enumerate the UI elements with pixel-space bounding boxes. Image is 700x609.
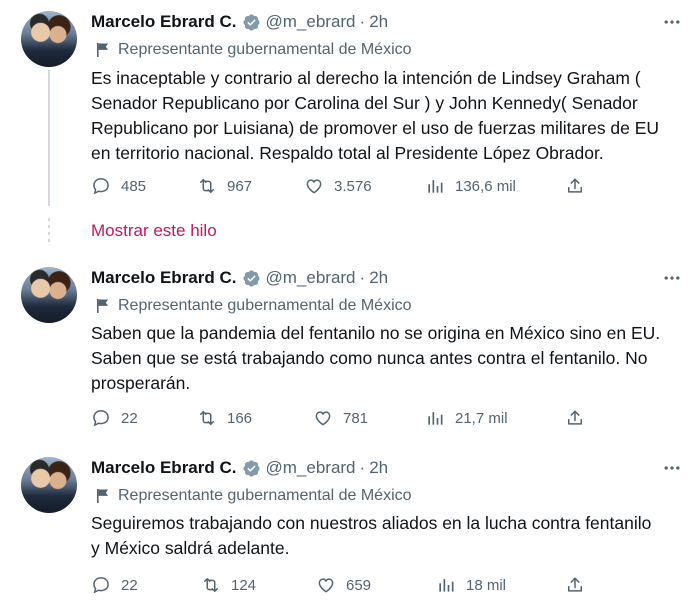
- share-button[interactable]: [565, 573, 585, 597]
- separator-dot: ·: [359, 12, 366, 31]
- more-icon: [664, 466, 680, 470]
- text-line: y México saldrá adelante.: [91, 538, 290, 558]
- views-button[interactable]: 136,6 mil: [425, 174, 516, 198]
- reply-button[interactable]: 485: [91, 174, 146, 198]
- retweet-button[interactable]: 124: [201, 573, 256, 597]
- timestamp[interactable]: 2h: [369, 458, 388, 478]
- separator-dot: ·: [359, 458, 366, 477]
- text-line: Saben que la pandemia del fentanilo no s…: [91, 323, 661, 343]
- flag-icon: [97, 43, 109, 57]
- like-count: 3.576: [334, 177, 372, 195]
- analytics-icon: [428, 412, 443, 425]
- retweet-icon: [200, 411, 214, 425]
- tweet-text: Es inaceptable y contrario al derecho la…: [91, 66, 691, 166]
- author-name[interactable]: Marcelo Ebrard C.: [91, 268, 237, 288]
- more-options-button[interactable]: [660, 457, 684, 479]
- timestamp[interactable]: 2h: [369, 12, 388, 32]
- government-label: Representante gubernamental de México: [96, 486, 412, 506]
- verified-badge-icon: [242, 269, 260, 287]
- heart-icon: [306, 179, 322, 194]
- share-icon: [568, 178, 582, 193]
- label-text: Representante gubernamental de México: [118, 41, 412, 58]
- tweet-text: Seguiremos trabajando con nuestros aliad…: [91, 511, 691, 561]
- flag-icon: [97, 489, 109, 503]
- author-handle[interactable]: @m_ebrard: [266, 268, 356, 288]
- verified-badge-icon: [242, 459, 260, 477]
- action-bar: 22 124 659 18 mil: [0, 573, 700, 597]
- government-label: Representante gubernamental de México: [96, 296, 412, 316]
- share-button[interactable]: [565, 174, 585, 198]
- show-thread-link[interactable]: Mostrar este hilo: [91, 221, 217, 241]
- thread-dots: [48, 218, 50, 244]
- more-options-button[interactable]: [660, 11, 684, 33]
- retweet-count: 967: [227, 177, 253, 195]
- views-button[interactable]: 21,7 mil: [425, 406, 508, 430]
- reply-icon: [93, 178, 109, 195]
- text-line: prosperarán.: [91, 373, 191, 393]
- retweet-button[interactable]: 166: [197, 406, 252, 430]
- view-count: 18 mil: [466, 576, 507, 594]
- share-icon: [568, 410, 582, 425]
- avatar[interactable]: [21, 267, 77, 323]
- heart-icon: [315, 411, 331, 426]
- reply-button[interactable]: 22: [91, 406, 138, 430]
- text-line: Seguiremos trabajando con nuestros aliad…: [91, 513, 652, 533]
- share-icon: [568, 577, 582, 592]
- more-options-button[interactable]: [660, 267, 684, 289]
- label-text: Representante gubernamental de México: [118, 297, 412, 314]
- views-button[interactable]: 18 mil: [436, 573, 506, 597]
- analytics-icon: [439, 579, 454, 592]
- like-button[interactable]: 3.576: [304, 174, 372, 198]
- retweet-icon: [204, 578, 218, 592]
- view-count: 136,6 mil: [455, 177, 516, 195]
- analytics-icon: [428, 180, 443, 193]
- tweet[interactable]: Marcelo Ebrard C. @m_ebrard · 2h Represe…: [0, 0, 700, 210]
- retweet-icon: [200, 179, 214, 193]
- reply-count: 22: [121, 576, 138, 594]
- verified-badge-icon: [242, 13, 260, 31]
- author-handle[interactable]: @m_ebrard: [266, 12, 356, 32]
- tweet-header: Marcelo Ebrard C. @m_ebrard · 2h: [91, 267, 388, 289]
- tweet-header: Marcelo Ebrard C. @m_ebrard · 2h: [91, 457, 388, 479]
- reply-button[interactable]: 22: [91, 573, 138, 597]
- avatar[interactable]: [21, 457, 77, 513]
- retweet-count: 166: [227, 409, 253, 427]
- reply-count: 22: [121, 409, 138, 427]
- like-button[interactable]: 659: [316, 573, 371, 597]
- author-name[interactable]: Marcelo Ebrard C.: [91, 12, 237, 32]
- separator-dot: ·: [359, 268, 366, 287]
- author-handle[interactable]: @m_ebrard: [266, 458, 356, 478]
- more-icon: [664, 276, 680, 280]
- view-count: 21,7 mil: [455, 409, 508, 427]
- more-icon: [664, 20, 680, 24]
- reply-count: 485: [121, 177, 147, 195]
- flag-icon: [97, 299, 109, 313]
- like-button[interactable]: 781: [313, 406, 368, 430]
- tweet[interactable]: Marcelo Ebrard C. @m_ebrard · 2h Represe…: [0, 446, 700, 609]
- text-line: en territorio nacional. Respaldo total a…: [91, 143, 604, 163]
- reply-icon: [93, 577, 109, 594]
- text-line: Es inaceptable y contrario al derecho la…: [91, 68, 641, 88]
- like-count: 781: [343, 409, 369, 427]
- text-line: Senador Republicano por Carolina del Sur…: [91, 93, 638, 113]
- retweet-count: 124: [231, 576, 257, 594]
- text-line: Republicano por Luisiana) de promover el…: [91, 118, 660, 138]
- action-bar: 485 967 3.576 136,6 mil: [0, 174, 700, 198]
- text-line: Saben que se está trabajando como nunca …: [91, 348, 648, 368]
- heart-icon: [318, 578, 334, 593]
- like-count: 659: [346, 576, 372, 594]
- reply-icon: [93, 410, 109, 427]
- action-bar: 22 166 781 21,7 mil: [0, 406, 700, 430]
- timestamp[interactable]: 2h: [369, 268, 388, 288]
- tweet[interactable]: Marcelo Ebrard C. @m_ebrard · 2h Represe…: [0, 256, 700, 446]
- share-button[interactable]: [565, 406, 585, 430]
- label-text: Representante gubernamental de México: [118, 487, 412, 504]
- tweet-text: Saben que la pandemia del fentanilo no s…: [91, 321, 691, 396]
- tweet-header: Marcelo Ebrard C. @m_ebrard · 2h: [91, 11, 388, 33]
- government-label: Representante gubernamental de México: [96, 40, 412, 60]
- author-name[interactable]: Marcelo Ebrard C.: [91, 458, 237, 478]
- avatar[interactable]: [21, 11, 77, 67]
- retweet-button[interactable]: 967: [197, 174, 252, 198]
